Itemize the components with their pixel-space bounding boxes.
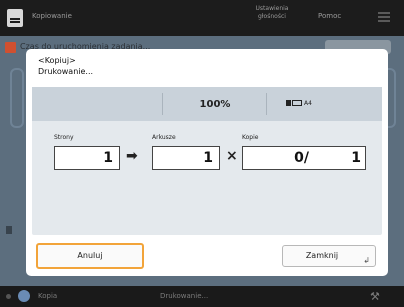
menu-icon[interactable] <box>378 12 390 22</box>
close-button[interactable]: Zamknij ↲ <box>282 245 376 267</box>
arrow-right-icon: ➡ <box>126 148 138 164</box>
pages-value: 1 <box>54 146 120 170</box>
copies-total: 1 <box>351 150 361 166</box>
paper-source-icon <box>286 100 291 106</box>
pages-label: Strony <box>54 134 74 141</box>
copy-app-icon <box>7 9 23 27</box>
job-info-panel: 100% A4 Strony 1 ➡ Arkusze 1 × Kopie 0/ … <box>32 87 382 235</box>
dialog-title-status: Drukowanie... <box>38 67 94 76</box>
bottom-status-label: Drukowanie... <box>160 292 209 300</box>
help-button[interactable]: Pomoc <box>318 12 341 20</box>
cancel-button[interactable]: Anuluj <box>36 243 144 269</box>
status-dot-icon <box>6 294 11 299</box>
bottom-bar: Kopia Drukowanie... ⚒ <box>0 286 404 307</box>
paper-icon <box>292 100 302 106</box>
close-button-label: Zamknij <box>305 251 339 260</box>
app-title: Kopiowanie <box>32 12 72 20</box>
volume-settings-button[interactable]: Ustawienia głośności <box>255 5 289 21</box>
copies-label: Kopie <box>242 134 259 141</box>
sheets-label: Arkusze <box>152 134 176 141</box>
paper-size-label: A4 <box>304 100 312 107</box>
multiply-icon: × <box>226 148 238 164</box>
top-bar: Kopiowanie Ustawienia głośności Pomoc <box>0 0 404 36</box>
dialog-title: <Kopiuj> Drukowanie... <box>38 55 93 77</box>
warning-icon <box>5 42 16 53</box>
dialog-title-job: <Kopiuj> <box>38 56 76 65</box>
return-icon: ↲ <box>363 256 370 265</box>
sheets-value: 1 <box>152 146 220 170</box>
divider <box>162 93 163 115</box>
copies-done: 0/ <box>294 150 309 166</box>
background-panel-left <box>10 68 24 128</box>
settings-summary-strip: 100% A4 <box>32 87 382 121</box>
copies-value: 0/ 1 <box>242 146 366 170</box>
background-tab <box>6 226 12 234</box>
status-monitor-icon[interactable]: ⚒ <box>370 290 380 303</box>
divider <box>266 93 267 115</box>
zoom-ratio: 100% <box>199 99 231 110</box>
printing-dialog: <Kopiuj> Drukowanie... 100% A4 Strony 1 … <box>26 49 388 276</box>
globe-icon[interactable] <box>18 290 30 302</box>
bottom-left-label: Kopia <box>38 292 58 300</box>
paper-size: A4 <box>286 100 312 107</box>
